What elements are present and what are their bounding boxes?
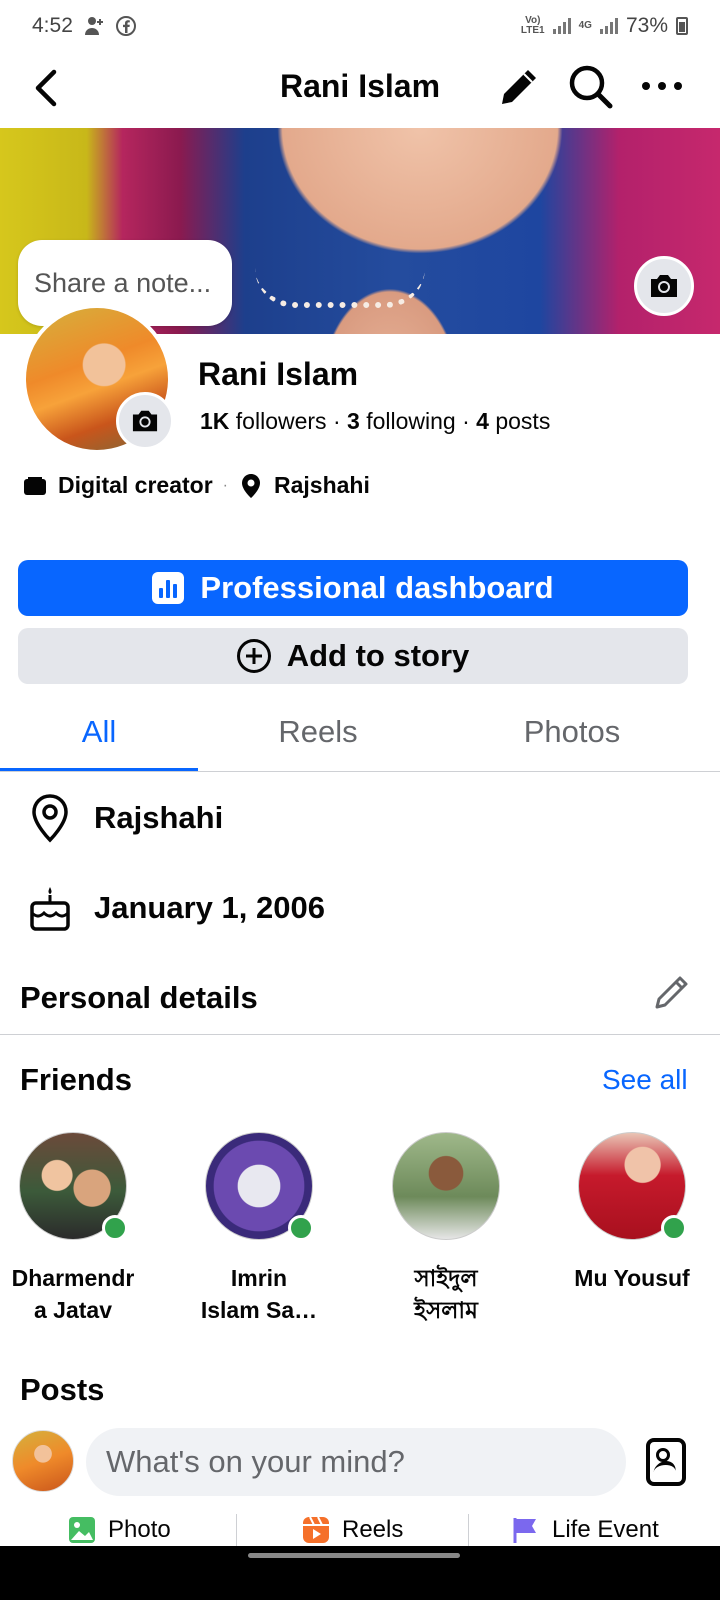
friend-card[interactable]: Imrin Islam Sa… (174, 1132, 344, 1326)
location-pin-icon (238, 473, 264, 499)
profile-meta: Digital creator · Rajshahi (22, 472, 370, 499)
friend-name: সাইদুল ইসলাম (414, 1265, 478, 1323)
status-left: 4:52 (32, 14, 137, 38)
followers-label[interactable]: followers (236, 408, 327, 434)
action-divider (468, 1514, 469, 1548)
friend-avatar (392, 1132, 500, 1240)
add-to-story-label: Add to story (286, 638, 470, 673)
add-circle-icon (236, 639, 271, 673)
profile-tabs: All Reels Photos (0, 698, 720, 772)
signal-icon-2 (599, 18, 618, 34)
more-icon[interactable] (638, 66, 686, 106)
action-divider (236, 1514, 237, 1548)
profile-category: Digital creator (58, 472, 213, 498)
network-type: 4G (578, 20, 592, 31)
edit-icon[interactable] (494, 62, 544, 112)
friend-card[interactable]: Mu Yousuf (547, 1132, 717, 1294)
divider (0, 1034, 720, 1035)
following-count[interactable]: 3 (347, 408, 360, 434)
friends-title: Friends (20, 1062, 132, 1097)
clock: 4:52 (32, 14, 73, 37)
composer-avatar[interactable] (12, 1430, 74, 1492)
friend-card[interactable]: Dharmendr a Jatav (0, 1132, 158, 1326)
online-status-dot (288, 1215, 314, 1241)
pencil-icon[interactable] (652, 972, 692, 1012)
friend-avatar (578, 1132, 687, 1241)
tab-photos[interactable]: Photos (472, 714, 672, 750)
back-icon[interactable] (26, 66, 70, 110)
photo-icon (69, 1517, 95, 1543)
friend-name: Imrin Islam Sa… (200, 1265, 318, 1323)
signal-icon (552, 18, 571, 34)
detail-location-text: Rajshahi (94, 800, 224, 835)
detail-location: Rajshahi (26, 792, 223, 844)
battery-icon (676, 17, 688, 35)
volte-indicator: Vo) LTE1 (520, 15, 545, 36)
friend-name: Dharmendr a Jatav (11, 1265, 135, 1323)
cover-camera-button[interactable] (634, 256, 694, 316)
reels-button[interactable]: Reels (302, 1516, 403, 1544)
briefcase-icon (22, 473, 48, 499)
professional-dashboard-label: Professional dashboard (200, 570, 554, 605)
tab-all[interactable]: All (0, 714, 198, 750)
followers-count[interactable]: 1K (200, 408, 229, 434)
home-gesture-pill[interactable] (248, 1553, 460, 1558)
dashboard-icon (152, 572, 185, 604)
flag-icon (513, 1518, 536, 1543)
personal-details-title[interactable]: Personal details (20, 980, 258, 1016)
friend-avatar (205, 1132, 314, 1241)
posts-title: Posts (20, 1372, 105, 1407)
friend-avatar (19, 1132, 128, 1241)
friend-name: Mu Yousuf (574, 1265, 690, 1291)
post-composer-input[interactable]: What's on your mind? (86, 1428, 626, 1496)
status-bar: 4:52 Vo) LTE1 4G 73% (0, 0, 720, 52)
birthday-cake-icon (26, 882, 74, 934)
photo-button[interactable]: Photo (68, 1516, 171, 1544)
profile-stats: 1K followers · 3 following · 4 posts (200, 408, 551, 434)
see-all-friends-link[interactable]: See all (602, 1064, 688, 1096)
posts-label: posts (495, 408, 551, 434)
friend-card[interactable]: সাইদুল ইসলাম (361, 1132, 531, 1326)
online-status-dot (102, 1215, 128, 1241)
detail-birthday-text: January 1, 2006 (94, 890, 325, 925)
following-label[interactable]: following (366, 408, 456, 434)
profile-name: Rani Islam (198, 356, 359, 392)
camera-icon (651, 275, 677, 297)
reels-icon (303, 1516, 329, 1543)
avatar-camera-button[interactable] (116, 392, 174, 450)
tab-reels[interactable]: Reels (218, 714, 418, 750)
tab-indicator (0, 768, 198, 771)
online-status-dot (661, 1215, 687, 1241)
professional-dashboard-button[interactable]: Professional dashboard (18, 560, 688, 616)
person-add-icon (84, 17, 103, 35)
life-event-button[interactable]: Life Event (512, 1516, 659, 1544)
search-icon[interactable] (564, 60, 616, 112)
posts-count: 4 (476, 408, 489, 434)
status-right: Vo) LTE1 4G 73% (521, 14, 688, 38)
cover-necklace (255, 268, 425, 308)
battery-percent: 73% (625, 14, 668, 37)
camera-icon (132, 410, 158, 432)
gallery-icon[interactable] (646, 1438, 686, 1486)
add-to-story-button[interactable]: Add to story (18, 628, 688, 684)
facebook-icon (115, 16, 136, 36)
location-pin-icon (26, 792, 74, 844)
detail-birthday: January 1, 2006 (26, 882, 325, 934)
profile-location: Rajshahi (273, 472, 370, 498)
top-nav: Rani Islam (0, 52, 720, 128)
